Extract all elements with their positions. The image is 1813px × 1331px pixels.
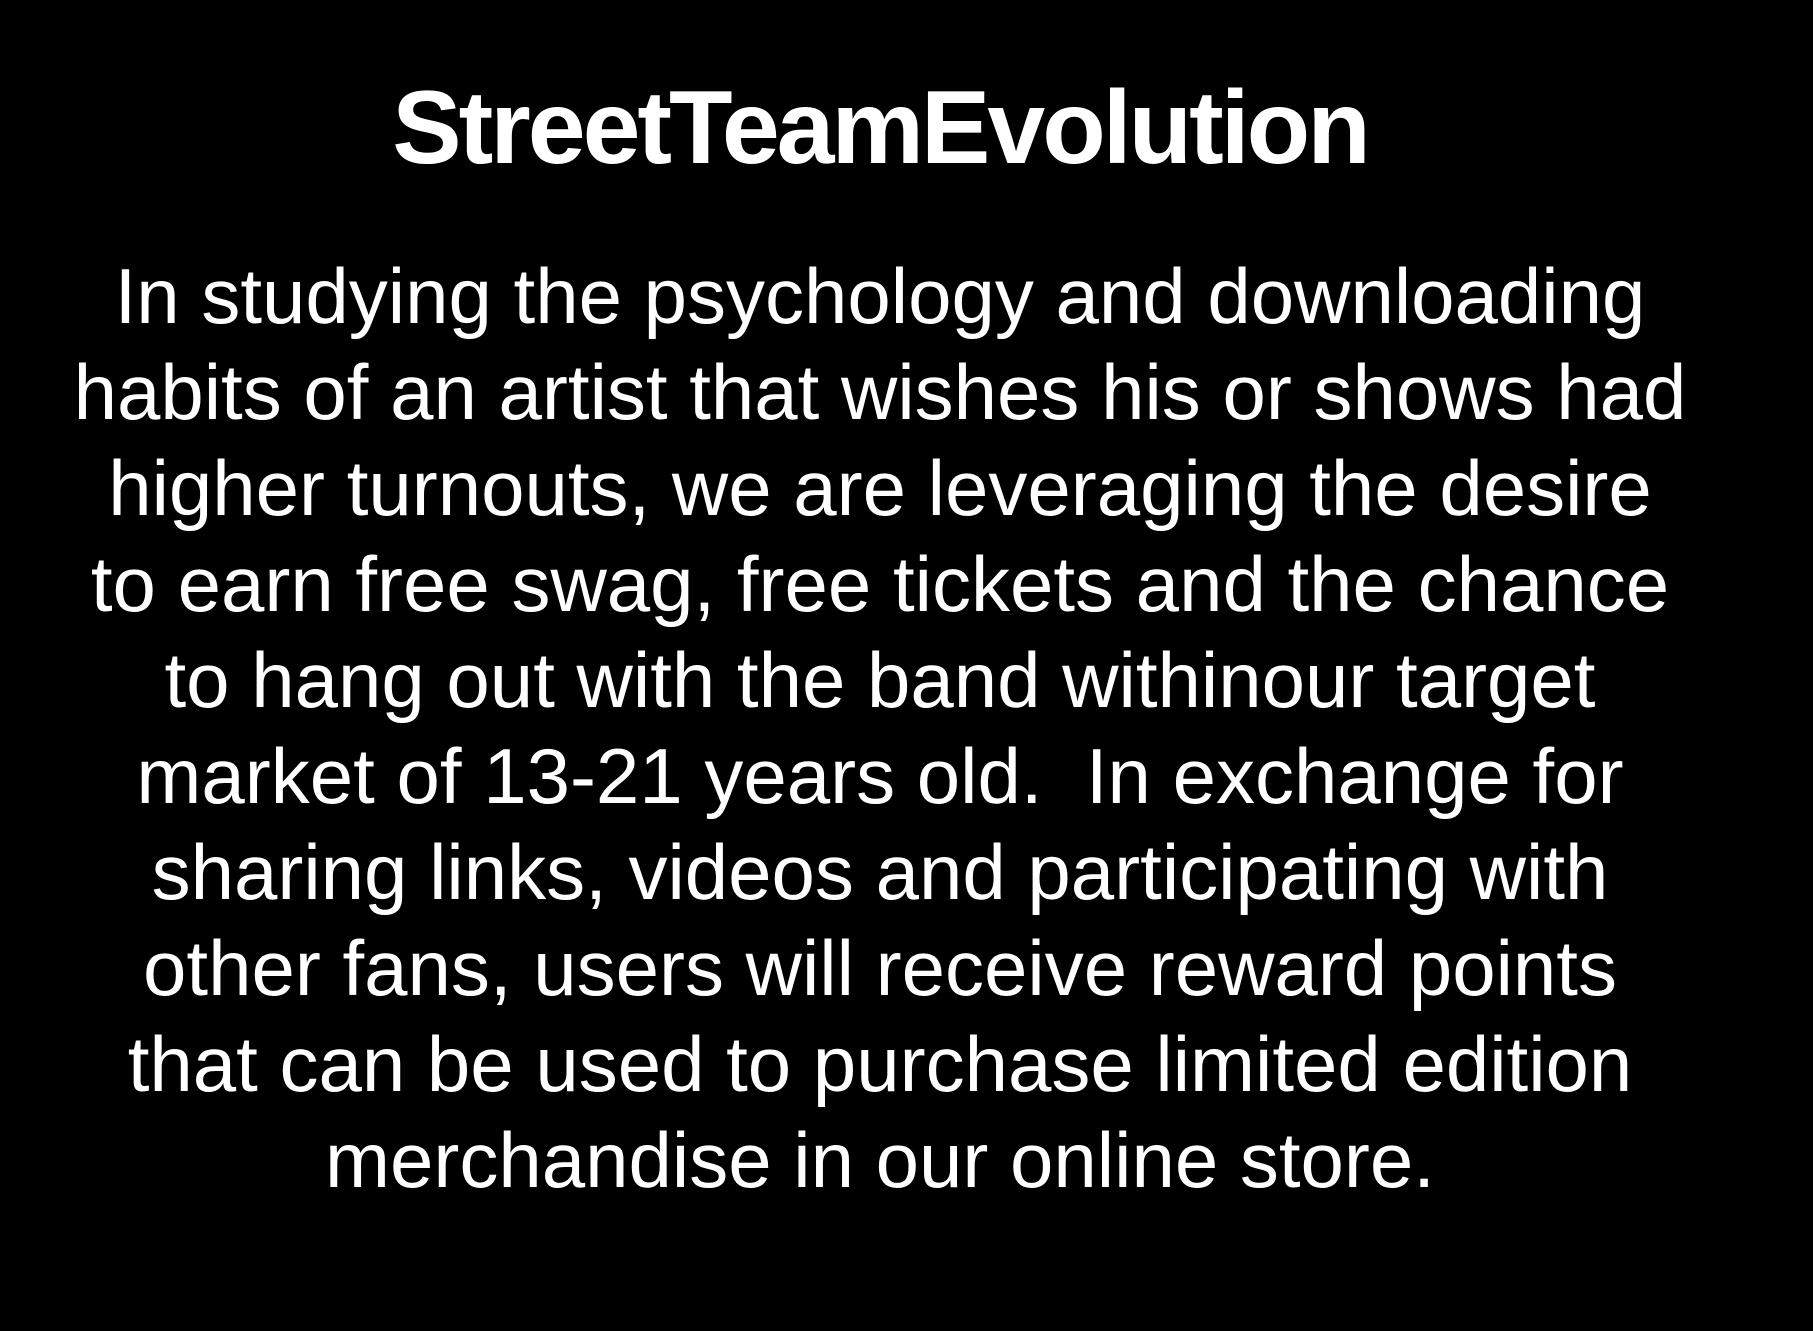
body-line: market of 13-21 years old. In exchange f…	[136, 732, 1624, 820]
body-line: other fans, users will receive reward po…	[143, 924, 1617, 1012]
body-line: In studying the psychology and downloadi…	[114, 252, 1646, 340]
slide: StreetTeamEvolution In studying the psyc…	[0, 0, 1813, 1331]
body-line: to earn free swag, free tickets and the …	[90, 540, 1670, 628]
body-line: higher turnouts, we are leveraging the d…	[108, 444, 1652, 532]
body-line: to hang out with the band withinour targ…	[164, 636, 1596, 724]
body-line: sharing links, videos and participating …	[151, 828, 1609, 916]
body-line: that can be used to purchase limited edi…	[127, 1020, 1633, 1108]
slide-title: StreetTeamEvolution	[392, 70, 1370, 186]
body-line: merchandise in our online store.	[325, 1116, 1435, 1204]
slide-body: In studying the psychology and downloadi…	[0, 248, 1760, 1208]
body-line: habits of an artist that wishes his or s…	[73, 348, 1687, 436]
